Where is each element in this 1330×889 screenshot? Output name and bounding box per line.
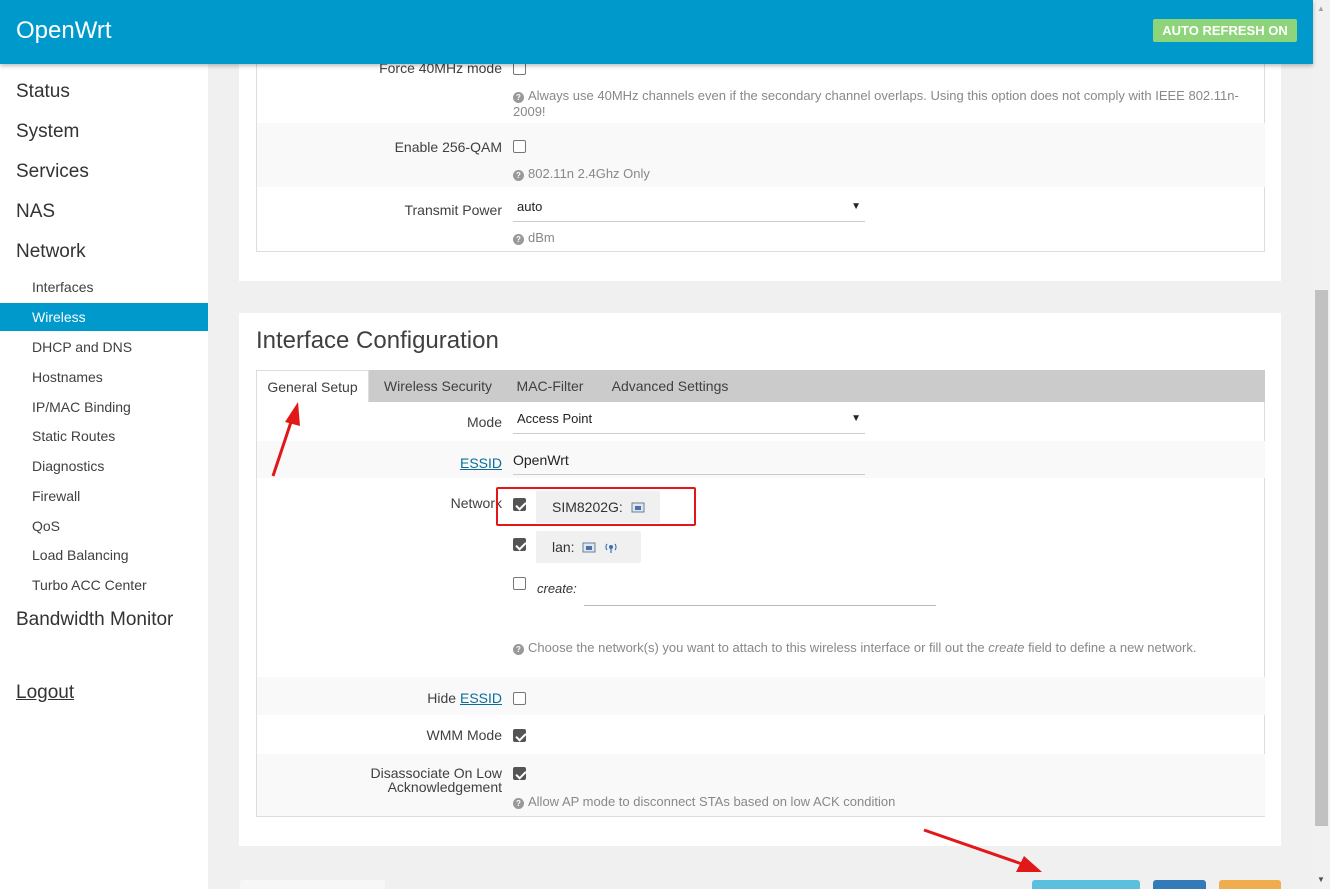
qam-help-text: 802.11n 2.4Ghz Only <box>528 166 650 181</box>
disassoc-row: Disassociate On Low Acknowledgement ? Allo… <box>257 754 1265 816</box>
sidebar-item-status[interactable]: Status <box>16 81 70 103</box>
tab-wireless-security[interactable]: Wireless Security <box>373 370 503 402</box>
sidebar-subitem-wireless[interactable]: Wireless <box>0 303 208 331</box>
scroll-up-icon[interactable]: ▲ <box>1317 4 1325 13</box>
sidebar-item-network[interactable]: Network <box>16 241 86 263</box>
header-bar: OpenWrt AUTO REFRESH ON <box>0 0 1313 64</box>
device-config-fields: Force 40MHz mode ? Always use 40MHz chann… <box>256 40 1265 252</box>
network-lan-checkbox[interactable] <box>513 538 526 551</box>
force40-help: ? Always use 40MHz channels even if the s… <box>513 88 1253 120</box>
hide-essid-checkbox[interactable] <box>513 692 526 705</box>
help-icon: ? <box>513 644 524 655</box>
tx-power-help: ? dBm <box>513 230 555 246</box>
help-icon: ? <box>513 798 524 809</box>
qam-row: Enable 256-QAM ? 802.11n 2.4Ghz Only <box>257 123 1265 187</box>
hide-essid-label: Hide ESSID <box>427 690 502 706</box>
section-title: Interface Configuration <box>256 327 499 354</box>
sidebar-subitem-diagnostics[interactable]: Diagnostics <box>0 452 208 480</box>
mode-value: Access Point <box>517 411 593 426</box>
sidebar-subitem-qos[interactable]: QoS <box>0 512 208 540</box>
page-scrollbar[interactable]: ▲ ▼ <box>1313 0 1330 889</box>
network-lan-name: lan: <box>552 539 575 555</box>
network-help: ? Choose the network(s) you want to attac… <box>513 640 1233 656</box>
reset-button[interactable] <box>1219 880 1281 889</box>
sidebar-item-bandwidth-monitor[interactable]: Bandwidth Monitor <box>16 609 173 631</box>
network-label: Network <box>450 495 502 511</box>
mode-select[interactable]: Access Point ▼ <box>513 408 865 434</box>
essid-label-link[interactable]: ESSID <box>460 455 502 471</box>
sidebar-subitem-ip-mac-binding[interactable]: IP/MAC Binding <box>0 393 208 421</box>
save-button[interactable] <box>1153 880 1206 889</box>
qam-checkbox[interactable] <box>513 140 526 153</box>
network-create-checkbox[interactable] <box>513 577 526 590</box>
disassoc-label-line2: Acknowledgement <box>387 779 502 795</box>
annotation-arrow-up-icon <box>271 402 300 477</box>
network-chip-lan[interactable]: lan: <box>536 531 641 563</box>
scrollbar-thumb[interactable] <box>1315 290 1328 826</box>
scroll-down-icon[interactable]: ▼ <box>1317 875 1325 884</box>
essid-row: ESSID OpenWrt <box>257 441 1265 478</box>
tab-mac-filter[interactable]: MAC-Filter <box>507 370 593 402</box>
sidebar-subitem-static-routes[interactable]: Static Routes <box>0 422 208 450</box>
hide-essid-row: Hide ESSID <box>257 677 1265 715</box>
wmm-label: WMM Mode <box>426 727 502 743</box>
wifi-antenna-icon <box>605 543 617 553</box>
tx-power-help-text: dBm <box>528 230 555 245</box>
qam-help: ? 802.11n 2.4Ghz Only <box>513 166 650 182</box>
network-highlight-box <box>496 487 696 526</box>
chevron-down-icon: ▼ <box>851 201 861 212</box>
hide-essid-prefix: Hide <box>427 690 457 706</box>
network-help-text-a: Choose the network(s) you want to attach… <box>528 640 985 655</box>
interface-config-card: Interface Configuration General Setup Wi… <box>239 313 1281 846</box>
network-row: Network SIM8202G: lan: create: ? Choose t… <box>257 478 1265 677</box>
sidebar-subitem-firewall[interactable]: Firewall <box>0 482 208 510</box>
network-help-text-b: field to define a new network. <box>1028 640 1197 655</box>
create-label: create: <box>537 581 577 596</box>
tab-bar: General Setup Wireless Security MAC-Filt… <box>256 370 1265 402</box>
qam-label: Enable 256-QAM <box>394 139 502 155</box>
hide-essid-link[interactable]: ESSID <box>460 690 502 706</box>
disassoc-help: ? Allow AP mode to disconnect STAs based … <box>513 794 895 810</box>
disassoc-checkbox[interactable] <box>513 767 526 780</box>
auto-refresh-badge[interactable]: AUTO REFRESH ON <box>1153 19 1297 42</box>
mode-label: Mode <box>466 414 502 430</box>
save-apply-button[interactable] <box>1032 880 1140 889</box>
mode-row: Mode Access Point ▼ <box>257 402 1265 441</box>
device-config-card: Force 40MHz mode ? Always use 40MHz chann… <box>239 40 1281 281</box>
sidebar-item-system[interactable]: System <box>16 121 79 143</box>
tx-power-value: auto <box>517 199 543 214</box>
tx-power-label: Transmit Power <box>404 202 502 218</box>
tab-advanced-settings[interactable]: Advanced Settings <box>599 370 741 402</box>
essid-label[interactable]: ESSID <box>460 455 502 471</box>
sidebar-subitem-hostnames[interactable]: Hostnames <box>0 363 208 391</box>
help-icon: ? <box>513 170 524 181</box>
help-icon: ? <box>513 92 524 103</box>
chevron-down-icon: ▼ <box>851 413 861 424</box>
wmm-checkbox[interactable] <box>513 729 526 742</box>
force40-help-text: Always use 40MHz channels even if the se… <box>513 88 1239 119</box>
disassoc-help-text: Allow AP mode to disconnect STAs based o… <box>528 794 896 809</box>
essid-input[interactable]: OpenWrt <box>513 449 865 475</box>
sidebar-subitem-interfaces[interactable]: Interfaces <box>0 273 208 301</box>
sidebar-item-services[interactable]: Services <box>16 161 89 183</box>
annotation-arrow-down-icon <box>923 828 1042 872</box>
ethernet-port-icon <box>582 542 596 553</box>
sidebar-subitem-dhcp-dns[interactable]: DHCP and DNS <box>0 333 208 361</box>
network-help-create: create <box>988 640 1025 655</box>
sidebar-subitem-load-balancing[interactable]: Load Balancing <box>0 541 208 569</box>
tx-power-row: Transmit Power auto ▼ ? dBm <box>257 187 1265 252</box>
logout-link[interactable]: Logout <box>16 682 74 704</box>
help-icon: ? <box>513 234 524 245</box>
sidebar-subitem-turbo-acc[interactable]: Turbo ACC Center <box>0 571 208 599</box>
general-setup-panel: Mode Access Point ▼ ESSID OpenWrt Network… <box>256 402 1265 817</box>
disassoc-label: Disassociate On Low Acknowledgement <box>370 766 502 794</box>
create-network-input[interactable] <box>584 590 936 606</box>
sidebar: Status System Services NAS Network Inter… <box>0 64 208 889</box>
brand-logo[interactable]: OpenWrt <box>16 17 112 45</box>
sidebar-item-nas[interactable]: NAS <box>16 201 55 223</box>
wmm-row: WMM Mode <box>257 715 1265 754</box>
back-button[interactable] <box>240 880 385 889</box>
tx-power-select[interactable]: auto ▼ <box>513 196 865 222</box>
